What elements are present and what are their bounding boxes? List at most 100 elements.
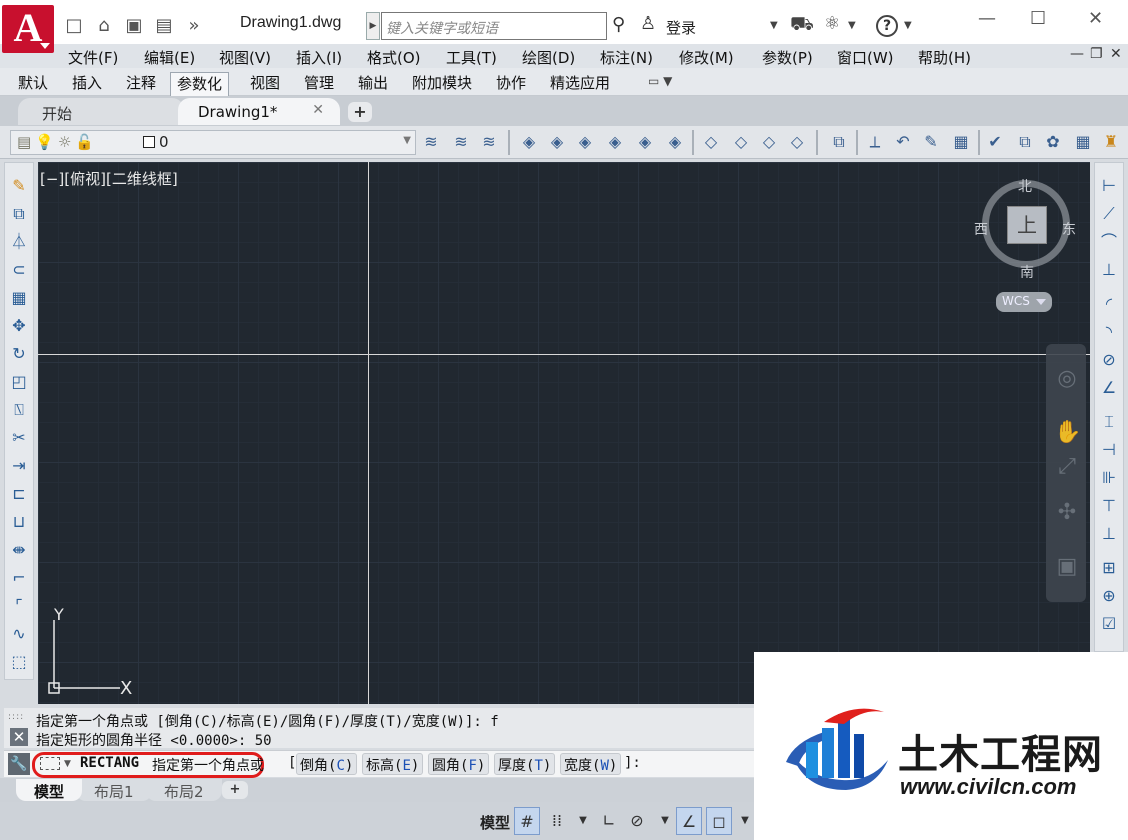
- grid-display-icon[interactable]: #: [514, 807, 540, 835]
- undo-icon[interactable]: ↶: [892, 131, 914, 153]
- search-expand-icon[interactable]: ▶: [366, 12, 380, 40]
- ortho-mode-icon[interactable]: ∟: [596, 807, 622, 835]
- compass-north[interactable]: 北: [1018, 176, 1032, 196]
- new-file-icon[interactable]: □: [60, 12, 88, 38]
- menu-parametric[interactable]: 参数(P): [762, 47, 813, 68]
- layer-walk-icon[interactable]: ◇: [786, 131, 808, 153]
- chevron-down-icon[interactable]: ▼: [652, 807, 678, 835]
- tab-layout1[interactable]: 布局1: [76, 779, 152, 801]
- option-thickness[interactable]: 厚度(T): [494, 753, 556, 775]
- fillet-icon[interactable]: ⌜: [8, 595, 30, 617]
- steering-wheel-icon[interactable]: ◎: [1054, 366, 1080, 392]
- close-icon[interactable]: ✕: [1088, 8, 1103, 29]
- isometric-drafting-icon[interactable]: ∠: [676, 807, 702, 835]
- option-elevation[interactable]: 标高(E): [362, 753, 424, 775]
- check-icon[interactable]: ✔: [984, 131, 1006, 153]
- save-as-icon[interactable]: ▤: [150, 12, 178, 38]
- menu-insert[interactable]: 插入(I): [296, 47, 342, 68]
- add-layout-button[interactable]: +: [222, 781, 248, 799]
- tab-drawing1[interactable]: Drawing1* ✕: [178, 98, 340, 125]
- baseline-dimension-icon[interactable]: ⊣: [1098, 439, 1120, 461]
- copy-icon[interactable]: ⧉: [1014, 131, 1036, 153]
- previous-layer-icon[interactable]: ≋: [478, 131, 500, 153]
- snap-mode-icon[interactable]: ⁞⁞: [544, 807, 570, 835]
- binoculars-icon[interactable]: ⚲: [612, 14, 625, 35]
- rectangle-command-icon[interactable]: [40, 757, 60, 770]
- make-current-layer-icon[interactable]: ≋: [450, 131, 472, 153]
- menu-window[interactable]: 窗口(W): [837, 47, 894, 68]
- model-space-button[interactable]: 模型: [480, 812, 510, 833]
- menu-edit[interactable]: 编辑(E): [144, 47, 195, 68]
- trim-icon[interactable]: ✂: [8, 427, 30, 449]
- polar-tracking-icon[interactable]: ⊘: [624, 807, 650, 835]
- ribbon-minimize-toggle-icon[interactable]: ▭ ▼: [648, 74, 672, 88]
- layer-thaw-icon[interactable]: ◇: [700, 131, 722, 153]
- user-icon[interactable]: ♙: [640, 13, 656, 34]
- compass-south[interactable]: 南: [1020, 262, 1034, 282]
- autodesk-exchange-icon[interactable]: ⚛: [824, 13, 840, 34]
- mirror-icon[interactable]: ⏃: [8, 231, 30, 253]
- palette-icon[interactable]: ✿: [1042, 131, 1064, 153]
- draw-order-icon[interactable]: ⧉: [828, 131, 850, 153]
- break-icon[interactable]: ⊔: [8, 511, 30, 533]
- tab-model[interactable]: 模型: [16, 779, 83, 801]
- menu-dimension[interactable]: 标注(N): [600, 47, 653, 68]
- grip-handle-icon[interactable]: ::::: [8, 712, 24, 722]
- pan-hand-icon[interactable]: ✋: [1054, 420, 1081, 446]
- tab-manage[interactable]: 管理: [298, 72, 340, 96]
- dimension-icon[interactable]: ⟂: [864, 131, 886, 153]
- aligned-dimension-icon[interactable]: ⟋: [1098, 203, 1120, 225]
- new-tab-button[interactable]: +: [348, 102, 372, 122]
- zoom-extents-icon[interactable]: ⤢: [1054, 454, 1080, 480]
- rotate-icon[interactable]: ↻: [8, 343, 30, 365]
- option-width[interactable]: 宽度(W): [560, 753, 622, 775]
- chevron-down-icon[interactable]: ▼: [64, 759, 71, 769]
- drawing-canvas[interactable]: [−][俯视][二维线框] 上 北 南 东 西 WCS ◎ ✋ ⤢ ✣ ▣ Y: [38, 162, 1090, 704]
- search-input[interactable]: 键入关键字或短语: [381, 12, 607, 40]
- application-menu-button[interactable]: A: [2, 5, 54, 53]
- layer-unisolate-icon[interactable]: ◈: [574, 131, 596, 153]
- maximize-icon[interactable]: ☐: [1030, 8, 1046, 29]
- layer-freeze-icon[interactable]: ◈: [634, 131, 656, 153]
- move-icon[interactable]: ✥: [8, 315, 30, 337]
- menu-format[interactable]: 格式(O): [367, 47, 421, 68]
- cart-icon[interactable]: ⛟: [790, 13, 814, 38]
- menu-tools[interactable]: 工具(T): [446, 47, 497, 68]
- erase-icon[interactable]: ✎: [8, 175, 30, 197]
- chevron-down-icon[interactable]: ▼: [570, 807, 596, 835]
- layer-on-icon[interactable]: ◇: [730, 131, 752, 153]
- dimension-space-icon[interactable]: ⊤: [1098, 495, 1120, 517]
- doc-minimize-icon[interactable]: —: [1070, 46, 1084, 62]
- tab-output[interactable]: 输出: [352, 72, 394, 96]
- join-icon[interactable]: ⇼: [8, 539, 30, 561]
- pen-icon[interactable]: ✎: [920, 131, 942, 153]
- tab-collaborate[interactable]: 协作: [490, 72, 532, 96]
- menu-modify[interactable]: 修改(M): [679, 47, 734, 68]
- tab-layout2[interactable]: 布局2: [146, 779, 222, 801]
- copy-icon[interactable]: ⧉: [8, 203, 30, 225]
- table-icon[interactable]: ▦: [1072, 131, 1094, 153]
- tab-start[interactable]: 开始: [18, 98, 184, 125]
- linear-dimension-icon[interactable]: ⊢: [1098, 175, 1120, 197]
- break-at-point-icon[interactable]: ⊏: [8, 483, 30, 505]
- menu-draw[interactable]: 绘图(D): [522, 47, 575, 68]
- center-mark-icon[interactable]: ⊕: [1098, 585, 1120, 607]
- chevron-down-icon[interactable]: ▼: [848, 20, 856, 31]
- help-icon[interactable]: ?: [876, 15, 898, 37]
- jogged-dimension-icon[interactable]: ◝: [1098, 321, 1120, 343]
- scale-icon[interactable]: ◰: [8, 371, 30, 393]
- menu-file[interactable]: 文件(F): [68, 47, 118, 68]
- option-chamfer[interactable]: 倒角(C): [296, 753, 358, 775]
- stretch-icon[interactable]: ⍂: [8, 399, 30, 421]
- grid-icon[interactable]: ▦: [950, 131, 972, 153]
- menu-view[interactable]: 视图(V): [219, 47, 271, 68]
- chevron-down-icon[interactable]: ▼: [770, 20, 778, 31]
- arc-length-icon[interactable]: ⌒: [1098, 231, 1120, 253]
- close-command-line-icon[interactable]: ✕: [10, 728, 28, 746]
- wrench-icon[interactable]: 🔧: [8, 753, 30, 775]
- tab-addins[interactable]: 附加模块: [406, 72, 478, 96]
- angular-dimension-icon[interactable]: ∠: [1098, 377, 1120, 399]
- tab-parametric[interactable]: 参数化: [170, 72, 230, 96]
- close-tab-icon[interactable]: ✕: [312, 102, 324, 118]
- inspect-icon[interactable]: ☑: [1098, 613, 1120, 635]
